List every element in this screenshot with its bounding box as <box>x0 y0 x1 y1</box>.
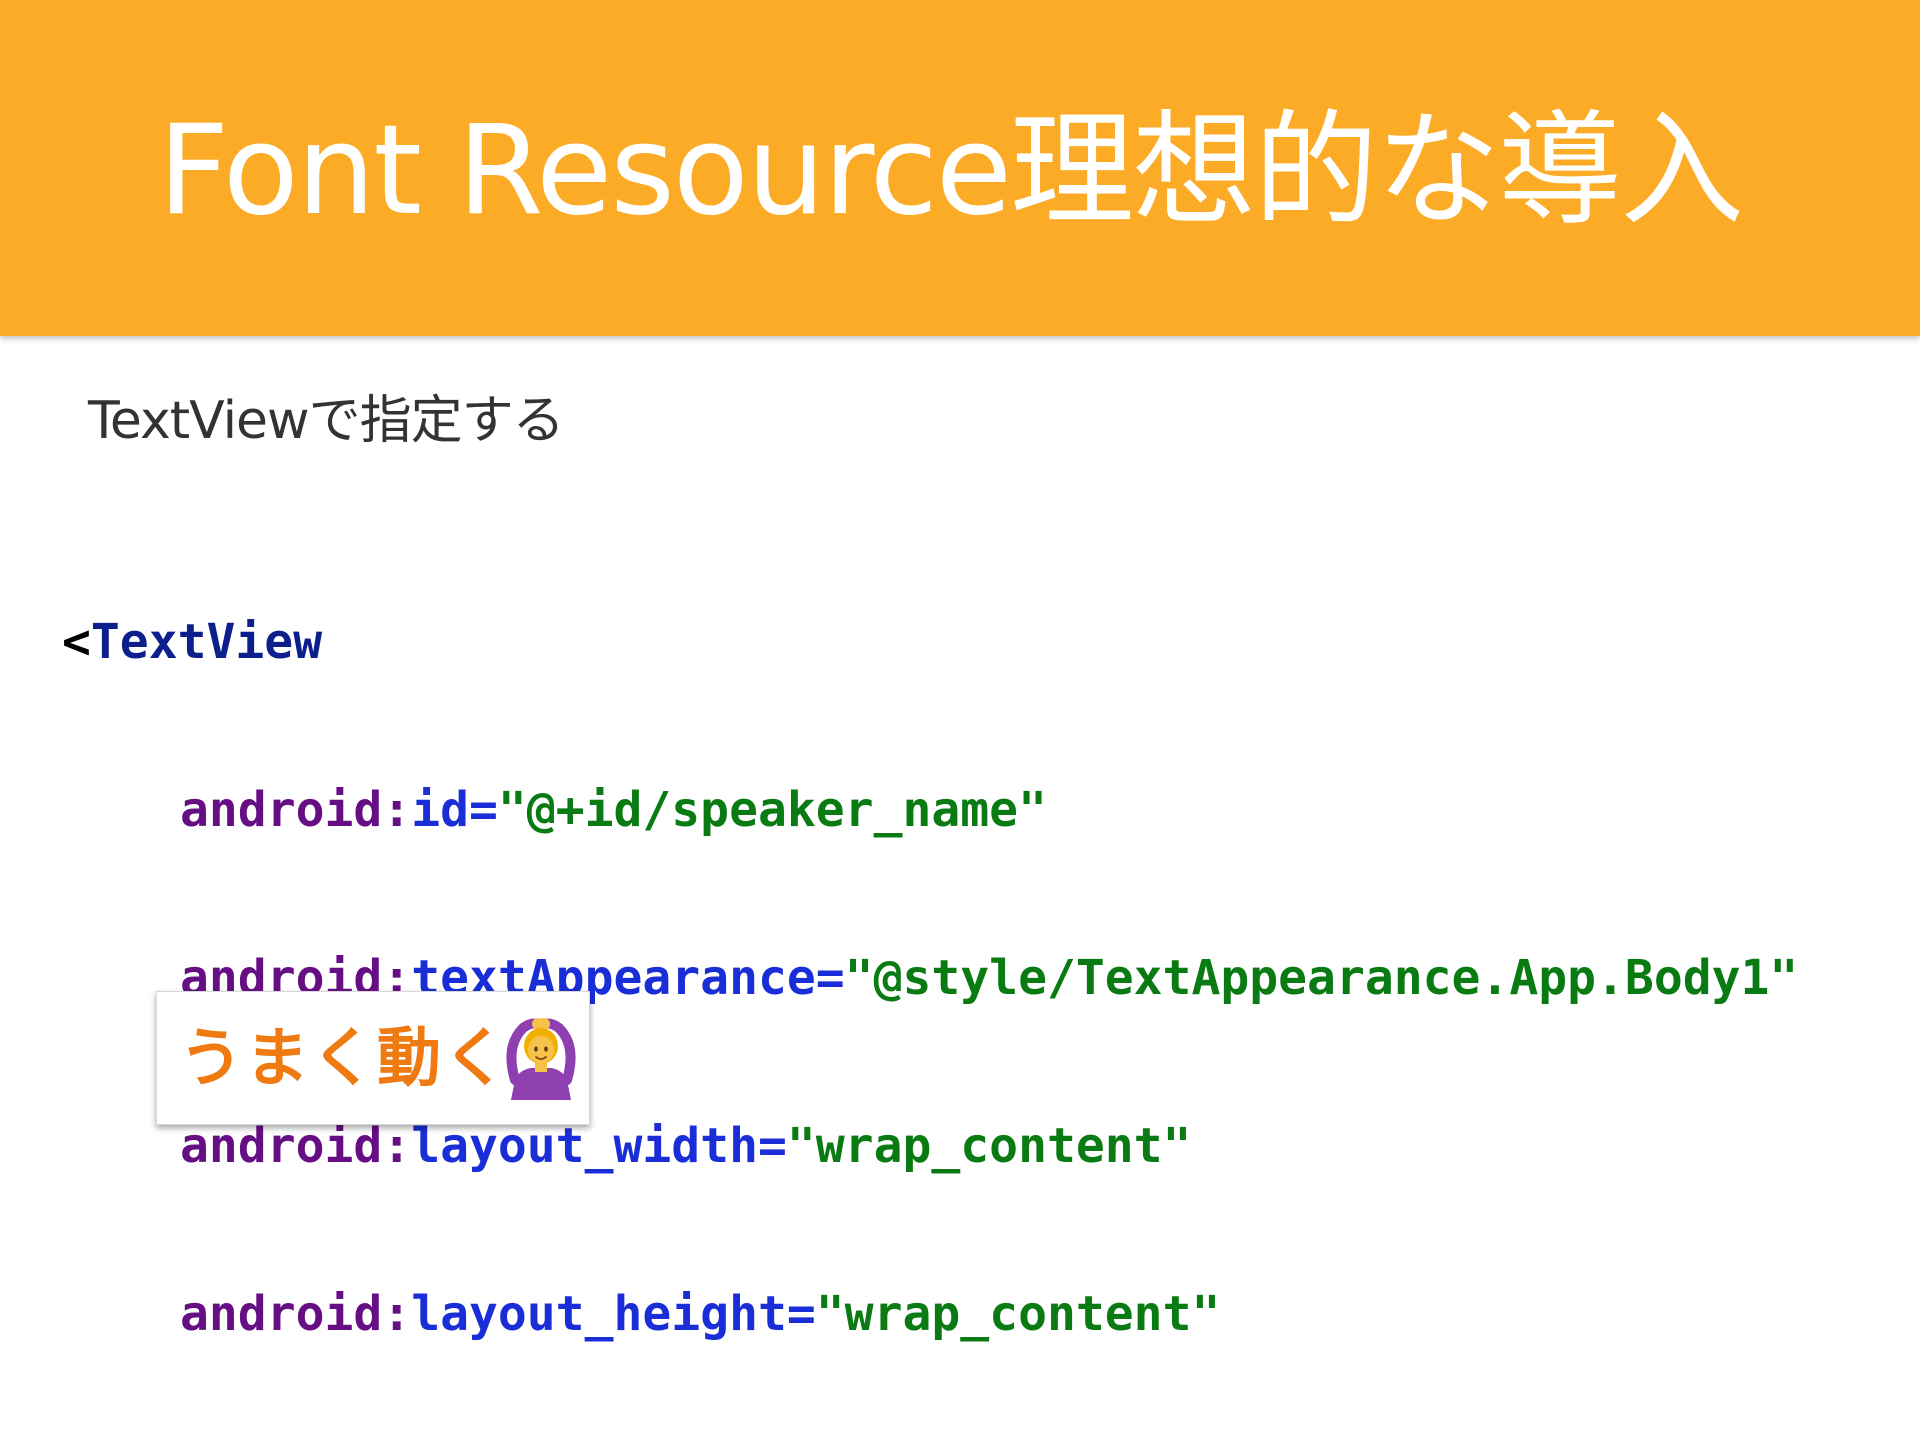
code-line-attribute: android:layout_width="wrap_content" <box>62 1118 1798 1174</box>
code-line-attribute: android:layout_height="wrap_content" <box>62 1286 1798 1342</box>
title-bar: Font Resource理想的な導入 <box>0 0 1920 336</box>
code-attribute-value: "wrap_content" <box>815 1286 1221 1342</box>
code-equals: = <box>757 1118 787 1174</box>
code-equals: = <box>815 950 845 1006</box>
code-attribute-value: "wrap_content" <box>786 1118 1192 1174</box>
code-line-attribute: android:id="@+id/speaker_name" <box>62 782 1798 838</box>
code-open-bracket: < <box>62 614 91 670</box>
code-tag-name: TextView <box>90 614 323 670</box>
code-namespace: android: <box>180 782 412 838</box>
code-attribute-name: layout_height <box>411 1286 787 1342</box>
callout-text: うまく動く <box>179 1022 509 1096</box>
code-equals: = <box>786 1286 816 1342</box>
code-namespace: android: <box>180 1286 412 1342</box>
slide-title: Font Resource理想的な導入 <box>158 99 1744 243</box>
code-block: <TextView android:id="@+id/speaker_name"… <box>62 502 1798 1398</box>
code-equals: = <box>468 782 498 838</box>
callout-box: うまく動く <box>156 991 590 1125</box>
code-namespace: android: <box>180 1118 412 1174</box>
code-attribute-name: id <box>411 782 469 838</box>
code-attribute-value: "@style/TextAppearance.App.Body1" <box>844 950 1799 1006</box>
code-attribute-value: "@+id/speaker_name" <box>497 782 1047 838</box>
code-attribute-name: layout_width <box>411 1118 758 1174</box>
woman-gesturing-ok-icon <box>505 1016 577 1100</box>
slide-subtitle: TextViewで指定する <box>88 391 565 451</box>
code-line-tag: <TextView <box>62 614 1798 670</box>
